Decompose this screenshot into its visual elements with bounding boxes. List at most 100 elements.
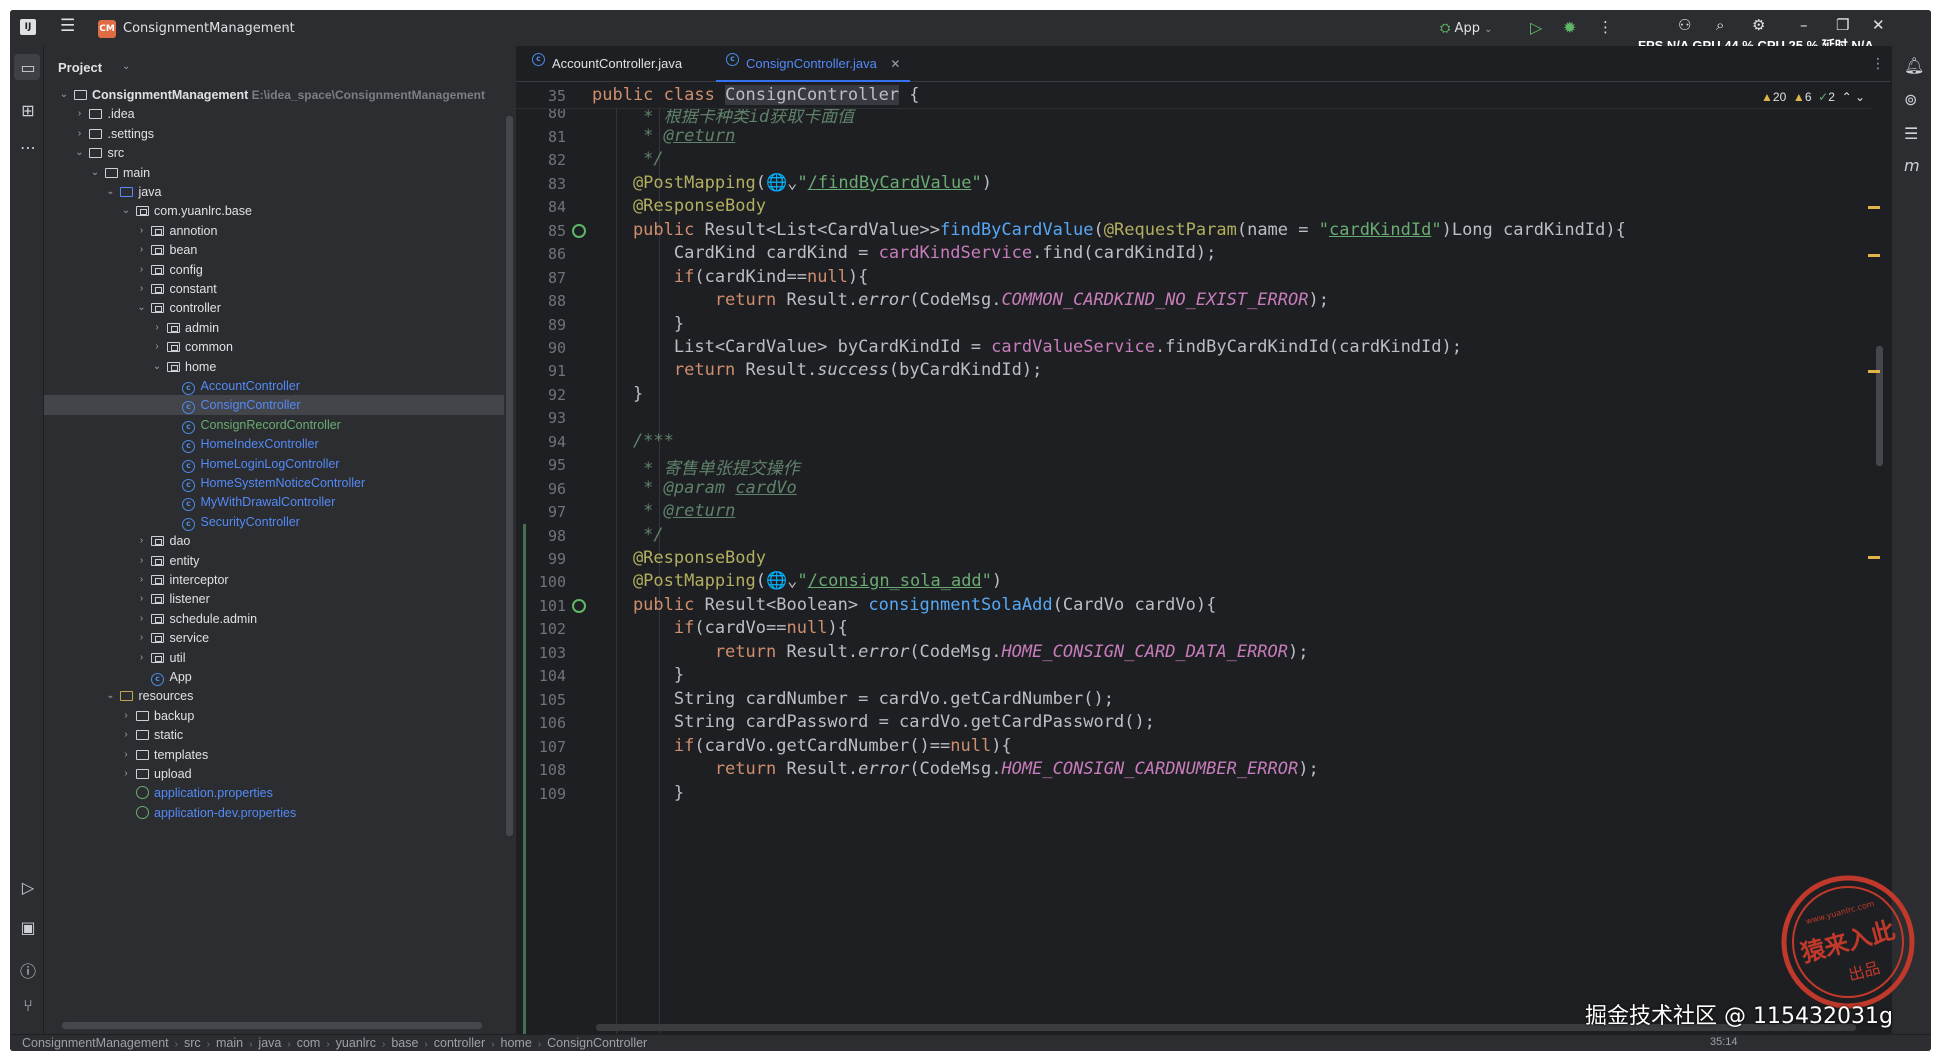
project-badge[interactable]: CM: [98, 20, 116, 38]
tree-item[interactable]: › bean: [44, 240, 504, 260]
tree-item-class[interactable]: c HomeSystemNoticeController: [44, 473, 504, 493]
problems-icon[interactable]: ⓘ: [19, 958, 37, 982]
tree-item[interactable]: › config: [44, 260, 504, 280]
chevron-down-icon[interactable]: ⌄: [283, 21, 291, 32]
breadcrumb-item[interactable]: base: [391, 1036, 418, 1050]
chevron-down-icon[interactable]: ⌄: [89, 163, 101, 183]
sticky-scroll-header[interactable]: 35 public class ConsignController {: [516, 83, 1871, 109]
endpoint-gutter-icon[interactable]: [572, 598, 586, 613]
breadcrumb-item[interactable]: yuanlrc: [336, 1036, 376, 1050]
editor-gutter[interactable]: 7980818283848586878889909192939495969798…: [516, 81, 592, 1034]
vertical-scrollbar[interactable]: [506, 116, 513, 836]
tree-item[interactable]: ⌄ com.yuanlrc.base: [44, 201, 504, 221]
tab-consign-controller[interactable]: c ConsignController.java ✕: [716, 46, 911, 82]
chevron-right-icon[interactable]: ›: [74, 124, 86, 144]
gear-icon[interactable]: ⚙: [1752, 16, 1765, 34]
tree-item[interactable]: › admin: [44, 318, 504, 338]
chevron-down-icon[interactable]: ⌄: [105, 182, 117, 202]
vcs-change-marker[interactable]: [523, 524, 526, 1034]
tree-item-class[interactable]: c ConsignRecordController: [44, 415, 504, 435]
minimize-icon[interactable]: –: [1800, 16, 1808, 34]
tree-item[interactable]: › util: [44, 648, 504, 668]
tree-item[interactable]: › upload: [44, 764, 504, 784]
tree-item[interactable]: › constant: [44, 279, 504, 299]
more-tools-icon[interactable]: ⋯: [19, 138, 37, 157]
breadcrumb-item[interactable]: main: [216, 1036, 243, 1050]
chevron-right-icon[interactable]: ›: [136, 609, 148, 629]
database-icon[interactable]: ☰: [1904, 124, 1918, 143]
close-icon[interactable]: ✕: [890, 57, 900, 71]
chevron-right-icon[interactable]: ›: [136, 648, 148, 668]
chevron-down-icon[interactable]: ⌄: [136, 298, 148, 318]
chevron-right-icon[interactable]: ›: [136, 279, 148, 299]
tree-item[interactable]: › .settings: [44, 124, 504, 144]
chevron-right-icon[interactable]: ›: [74, 104, 86, 124]
tree-item-class[interactable]: c SecurityController: [44, 512, 504, 532]
tree-item[interactable]: › interceptor: [44, 570, 504, 590]
tree-item-class[interactable]: c MyWithDrawalController: [44, 492, 504, 512]
chevron-down-icon[interactable]: ⌄: [151, 357, 163, 377]
maven-icon[interactable]: m: [1904, 156, 1920, 175]
chevron-up-icon[interactable]: ⌃: [1842, 90, 1852, 104]
tree-item[interactable]: application-dev.properties: [44, 803, 504, 823]
tree-item[interactable]: ⌄ controller: [44, 298, 504, 318]
warning-stripe[interactable]: [1868, 206, 1880, 209]
tree-item[interactable]: ⌄ main: [44, 163, 504, 183]
tree-item[interactable]: › annotion: [44, 221, 504, 241]
chevron-right-icon[interactable]: ›: [136, 240, 148, 260]
more-actions-icon[interactable]: ⋮: [1598, 18, 1613, 36]
git-icon[interactable]: ⑂: [19, 996, 37, 1015]
chevron-right-icon[interactable]: ›: [136, 260, 148, 280]
user-icon[interactable]: ⚇: [1678, 16, 1691, 34]
vertical-scrollbar[interactable]: [1876, 346, 1883, 466]
structure-icon[interactable]: ⊞: [19, 101, 37, 120]
notifications-icon[interactable]: 🔔︎: [1904, 56, 1924, 75]
chevron-right-icon[interactable]: ›: [136, 570, 148, 590]
breadcrumb-item[interactable]: ConsignController: [547, 1036, 647, 1050]
tree-item-class[interactable]: c HomeLoginLogController: [44, 454, 504, 474]
tree-item-class[interactable]: c AccountController: [44, 376, 504, 396]
chevron-right-icon[interactable]: ›: [136, 628, 148, 648]
run-config-selector[interactable]: ⛭ App ⌄: [1440, 21, 1492, 36]
warning-stripe[interactable]: [1868, 254, 1880, 257]
chevron-right-icon[interactable]: ›: [151, 337, 163, 357]
tree-item[interactable]: ⌄ src: [44, 143, 504, 163]
tree-item[interactable]: ⌄ ConsignmentManagement E:\idea_space\Con…: [44, 85, 504, 105]
breadcrumb-item[interactable]: controller: [434, 1036, 485, 1050]
chevron-down-icon[interactable]: ⌄: [122, 61, 130, 72]
menu-icon[interactable]: ☰: [60, 16, 75, 36]
tree-item[interactable]: › templates: [44, 745, 504, 765]
tree-item[interactable]: › schedule.admin: [44, 609, 504, 629]
project-switcher[interactable]: ConsignmentManagement: [123, 21, 295, 36]
chevron-right-icon[interactable]: ›: [120, 706, 132, 726]
breadcrumb-item[interactable]: com: [297, 1036, 321, 1050]
chevron-right-icon[interactable]: ›: [136, 531, 148, 551]
warning-stripe[interactable]: [1868, 556, 1880, 559]
breadcrumb-item[interactable]: ConsignmentManagement: [22, 1036, 169, 1050]
ai-assistant-icon[interactable]: ⊚: [1904, 90, 1917, 109]
more-tabs-icon[interactable]: ⋮: [1871, 56, 1885, 72]
tree-item[interactable]: › .idea: [44, 104, 504, 124]
tree-item[interactable]: › entity: [44, 551, 504, 571]
search-icon[interactable]: ⌕: [1716, 16, 1724, 34]
close-icon[interactable]: ✕: [1872, 16, 1885, 34]
code-area[interactable]: /** * 根据卡种类id获取卡面值 * @return */ @PostMap…: [592, 83, 1872, 1034]
chevron-right-icon[interactable]: ›: [120, 725, 132, 745]
run-icon[interactable]: ▷: [1530, 18, 1542, 37]
tree-item[interactable]: application.properties: [44, 783, 504, 803]
chevron-down-icon[interactable]: ⌄: [105, 686, 117, 706]
warning-stripe[interactable]: [1868, 370, 1880, 373]
tree-item[interactable]: ⌄ java: [44, 182, 504, 202]
tree-item[interactable]: c App: [44, 667, 504, 687]
tree-item[interactable]: ⌄ home: [44, 357, 504, 377]
chevron-down-icon[interactable]: ⌄: [1855, 90, 1865, 104]
breadcrumb-item[interactable]: home: [501, 1036, 532, 1050]
chevron-right-icon[interactable]: ›: [136, 221, 148, 241]
terminal-icon[interactable]: ▣: [19, 918, 37, 937]
intellij-logo-icon[interactable]: IJ: [20, 19, 36, 35]
panel-title[interactable]: Project: [58, 60, 102, 75]
restore-icon[interactable]: ❐: [1836, 16, 1849, 34]
chevron-down-icon[interactable]: ⌄: [58, 85, 70, 105]
chevron-right-icon[interactable]: ›: [151, 318, 163, 338]
tree-item[interactable]: › common: [44, 337, 504, 357]
